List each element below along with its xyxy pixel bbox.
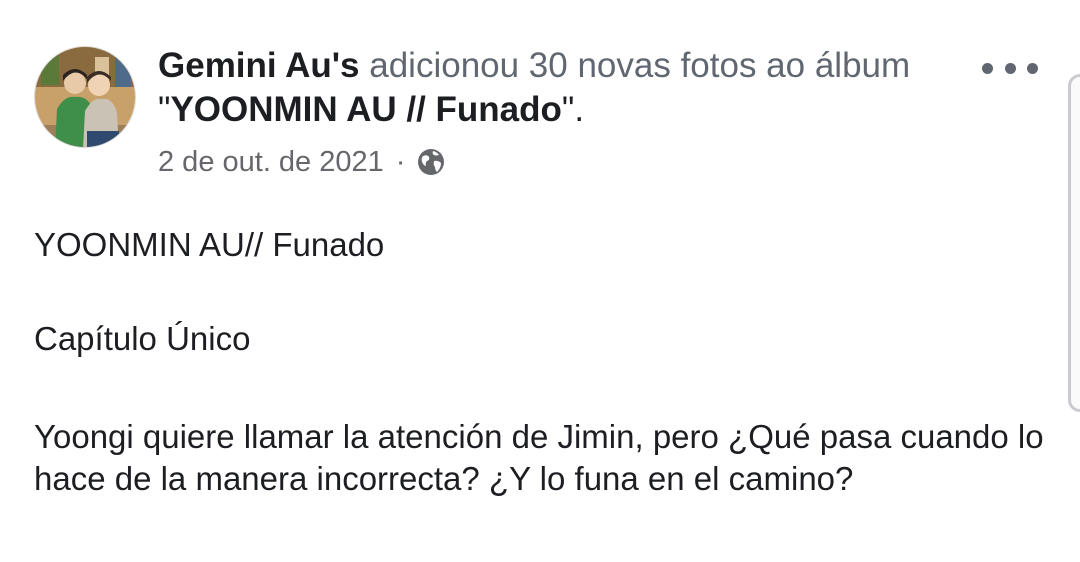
facebook-post: Gemini Au's adicionou 30 novas fotos ao … xyxy=(0,0,1080,562)
post-action-text: adicionou 30 novas fotos ao álbum xyxy=(359,46,911,85)
meta-separator: · xyxy=(395,145,406,178)
author-name[interactable]: Gemini Au's xyxy=(158,46,360,85)
album-reference: "YOONMIN AU // Funado". xyxy=(158,88,584,132)
album-close-quote: ". xyxy=(561,90,585,129)
post-header: Gemini Au's adicionou 30 novas fotos ao … xyxy=(158,44,958,88)
more-options-icon[interactable] xyxy=(982,54,1038,82)
post-date[interactable]: 2 de out. de 2021 xyxy=(158,146,384,179)
post-paragraph-title: YOONMIN AU// Funado xyxy=(34,226,385,263)
more-dot xyxy=(1004,62,1016,74)
post-paragraph-synopsis: Yoongi quiere llamar la atención de Jimi… xyxy=(34,418,1044,497)
more-dot xyxy=(1027,62,1038,74)
album-open-quote: " xyxy=(158,90,171,129)
scrollbar[interactable] xyxy=(1068,74,1080,412)
globe-icon xyxy=(415,146,447,178)
post-meta: 2 de out. de 2021 · xyxy=(158,142,447,182)
album-name-link[interactable]: YOONMIN AU // Funado xyxy=(170,90,561,129)
post-paragraph-chapter: Capítulo Único xyxy=(34,320,251,357)
more-dot xyxy=(982,62,993,74)
profile-avatar[interactable] xyxy=(34,46,136,148)
